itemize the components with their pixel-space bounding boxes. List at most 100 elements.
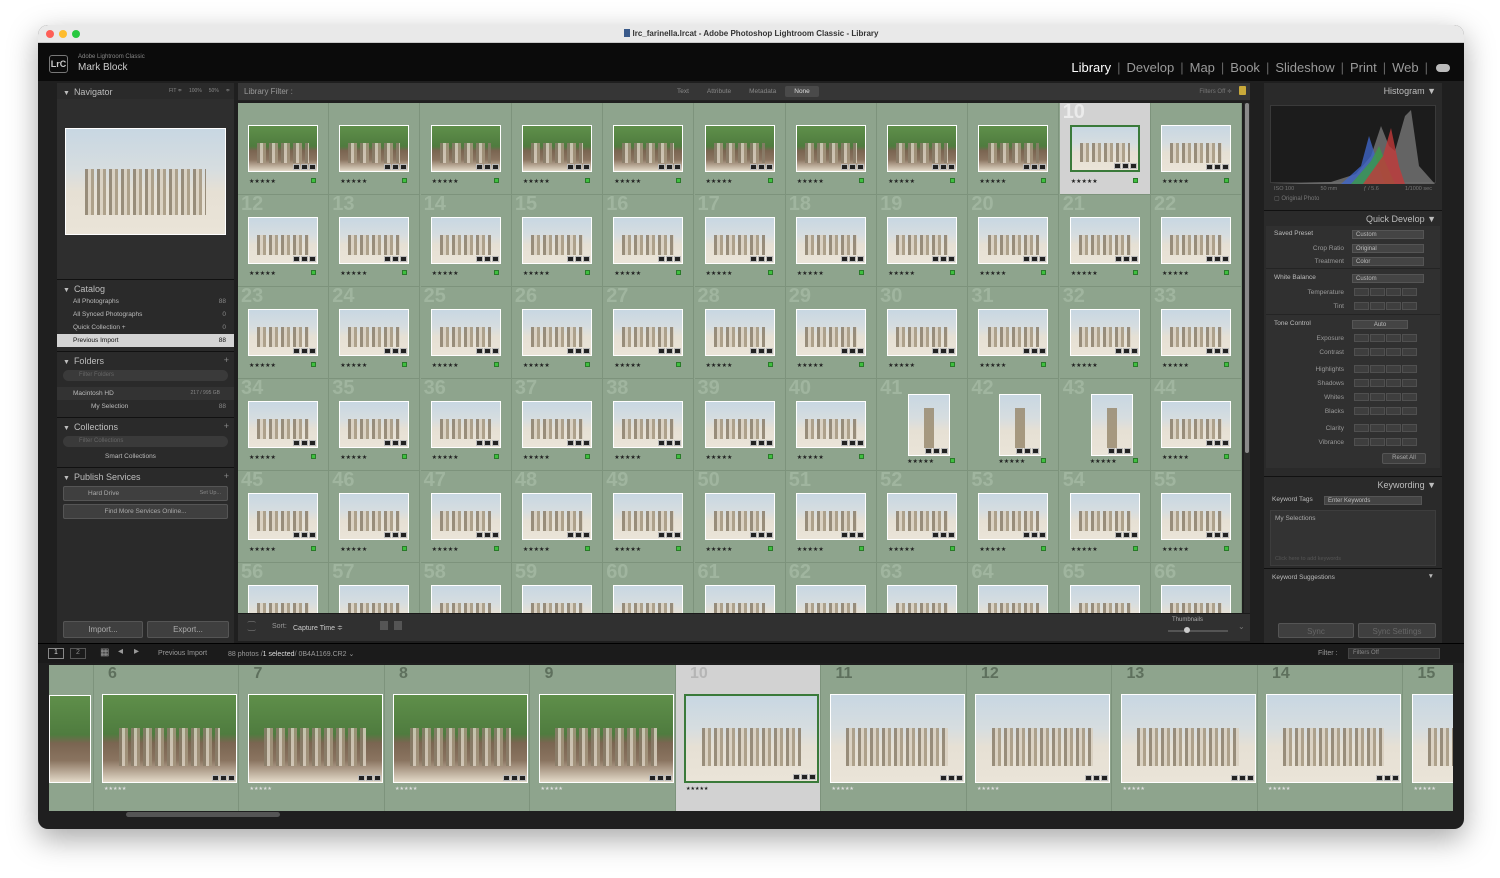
badge-icon[interactable] [801,774,808,780]
badge-icon[interactable] [1206,256,1213,262]
badge-icon[interactable] [1222,256,1229,262]
color-label-icon[interactable] [1041,362,1047,367]
photo-thumbnail[interactable] [521,309,592,356]
grid-cell[interactable]: 61 [695,561,786,613]
photo-thumbnail[interactable] [704,125,775,172]
star-rating[interactable]: ★★★★★ [614,546,641,553]
star-rating[interactable]: ★★★★★ [340,362,367,369]
color-label-icon[interactable] [402,454,408,459]
badge-icon[interactable] [574,532,582,538]
badge-icon[interactable] [940,256,948,262]
photo-thumbnail[interactable] [521,585,592,613]
filmstrip-source[interactable]: Previous Import [158,650,207,657]
grid-cell[interactable]: 32 ★★★★★ [1059,285,1151,379]
color-label-icon[interactable] [1041,178,1047,183]
keyword-tags-select[interactable]: Enter Keywords [1324,496,1422,505]
folder-my-selection[interactable]: My Selection 88 [57,400,234,413]
badge-icon[interactable] [1214,532,1221,538]
histogram-header[interactable]: Histogram ▼ [1264,83,1442,99]
grid-cell[interactable]: 54 ★★★★★ [1059,469,1151,563]
color-label-icon[interactable] [676,270,682,275]
photo-thumbnail[interactable] [430,585,501,613]
badge-icon[interactable] [566,348,574,354]
color-label-icon[interactable] [402,178,408,183]
badge-icon[interactable] [848,440,856,446]
quick-develop-header[interactable]: Quick Develop ▼ [1264,210,1442,226]
badge-icon[interactable] [301,256,308,262]
white-balance-select[interactable]: Custom [1352,274,1424,283]
color-label-icon[interactable] [402,362,408,367]
badge-icon[interactable] [932,256,940,262]
photo-thumbnail[interactable] [887,125,958,172]
star-rating[interactable]: ★★★★★ [888,270,915,277]
grid-cell[interactable]: 43 ★★★★★ [1059,377,1151,471]
collections-header[interactable]: ▼ Collections + [57,417,234,433]
badge-icon[interactable] [1032,448,1040,454]
module-book[interactable]: Book [1224,60,1266,75]
filmstrip-filter-select[interactable]: Filters Off [1348,648,1440,659]
filmstrip-thumbnail[interactable] [247,694,383,783]
badge-icon[interactable] [666,164,674,170]
forward-arrow-icon[interactable]: ▸ [134,646,139,657]
badge-icon[interactable] [749,440,757,446]
badge-icon[interactable] [1206,440,1213,446]
badge-icon[interactable] [1230,775,1238,781]
badge-icon[interactable] [856,348,864,354]
star-rating[interactable]: ★★★★★ [797,546,824,553]
color-label-icon[interactable] [311,546,316,551]
star-rating[interactable]: ★★★★★ [614,178,641,185]
badge-icon[interactable] [932,532,940,538]
badge-icon[interactable] [1376,775,1383,781]
star-rating[interactable]: ★★★★★ [888,362,915,369]
grid-cell[interactable]: 55 ★★★★★ [1151,469,1242,563]
grid-cell[interactable]: 40 ★★★★★ [785,377,877,471]
star-rating[interactable]: ★★★★★ [1414,786,1436,792]
grid-cell[interactable]: 38 ★★★★★ [603,377,695,471]
star-rating[interactable]: ★★★★★ [523,178,550,185]
filmstrip-cell[interactable]: 8 ★★★★★ [385,665,530,811]
star-rating[interactable]: ★★★★★ [686,786,708,792]
filmstrip-thumbnail[interactable] [829,694,965,783]
color-label-icon[interactable] [767,546,773,551]
star-rating[interactable]: ★★★★★ [797,362,824,369]
badge-icon[interactable] [400,348,408,354]
cloud-icon[interactable] [1436,63,1450,72]
badge-icon[interactable] [674,164,682,170]
grid-cell[interactable]: 24 ★★★★★ [329,285,421,379]
grid-cell[interactable]: 60 [603,561,695,613]
color-label-icon[interactable] [493,546,499,551]
grid-cell[interactable]: 65 [1060,561,1151,613]
grid-cell[interactable]: 23 ★★★★★ [238,285,329,379]
star-rating[interactable]: ★★★★★ [888,546,915,553]
photo-thumbnail[interactable] [613,401,684,448]
badge-icon[interactable] [582,532,590,538]
grid-cell[interactable]: 28 ★★★★★ [694,285,786,379]
photo-thumbnail[interactable] [248,585,318,613]
keyword-suggestions-row[interactable]: Keyword Suggestions ▼ [1264,568,1442,584]
badge-icon[interactable] [1023,256,1031,262]
badge-icon[interactable] [293,532,300,538]
filmstrip-thumbnail[interactable] [393,694,528,783]
star-rating[interactable]: ★★★★★ [1162,178,1189,185]
star-rating[interactable]: ★★★★★ [832,786,854,792]
lock-icon[interactable] [1239,86,1246,95]
badge-icon[interactable] [483,440,491,446]
star-rating[interactable]: ★★★★★ [797,178,824,185]
badge-icon[interactable] [392,440,400,446]
grid-cell[interactable]: 41 ★★★★★ [877,377,969,471]
keywords-textarea[interactable]: My Selections Click here to add keywords [1270,510,1436,566]
badge-icon[interactable] [1129,163,1137,169]
grid-cell[interactable]: ★★★★★ [694,103,786,195]
grid-cell[interactable]: 15 ★★★★★ [511,193,603,287]
badge-icon[interactable] [475,348,483,354]
star-rating[interactable]: ★★★★★ [907,458,934,465]
badge-icon[interactable] [475,440,483,446]
zoom-more[interactable]: ≑ [226,88,230,94]
grid-cell[interactable]: 56 [238,561,329,613]
reset-all-button[interactable]: Reset All [1382,453,1426,464]
badge-icon[interactable] [483,348,491,354]
badge-icon[interactable] [1031,164,1039,170]
star-rating[interactable]: ★★★★★ [249,178,276,185]
badge-icon[interactable] [765,164,773,170]
module-slideshow[interactable]: Slideshow [1269,60,1340,75]
